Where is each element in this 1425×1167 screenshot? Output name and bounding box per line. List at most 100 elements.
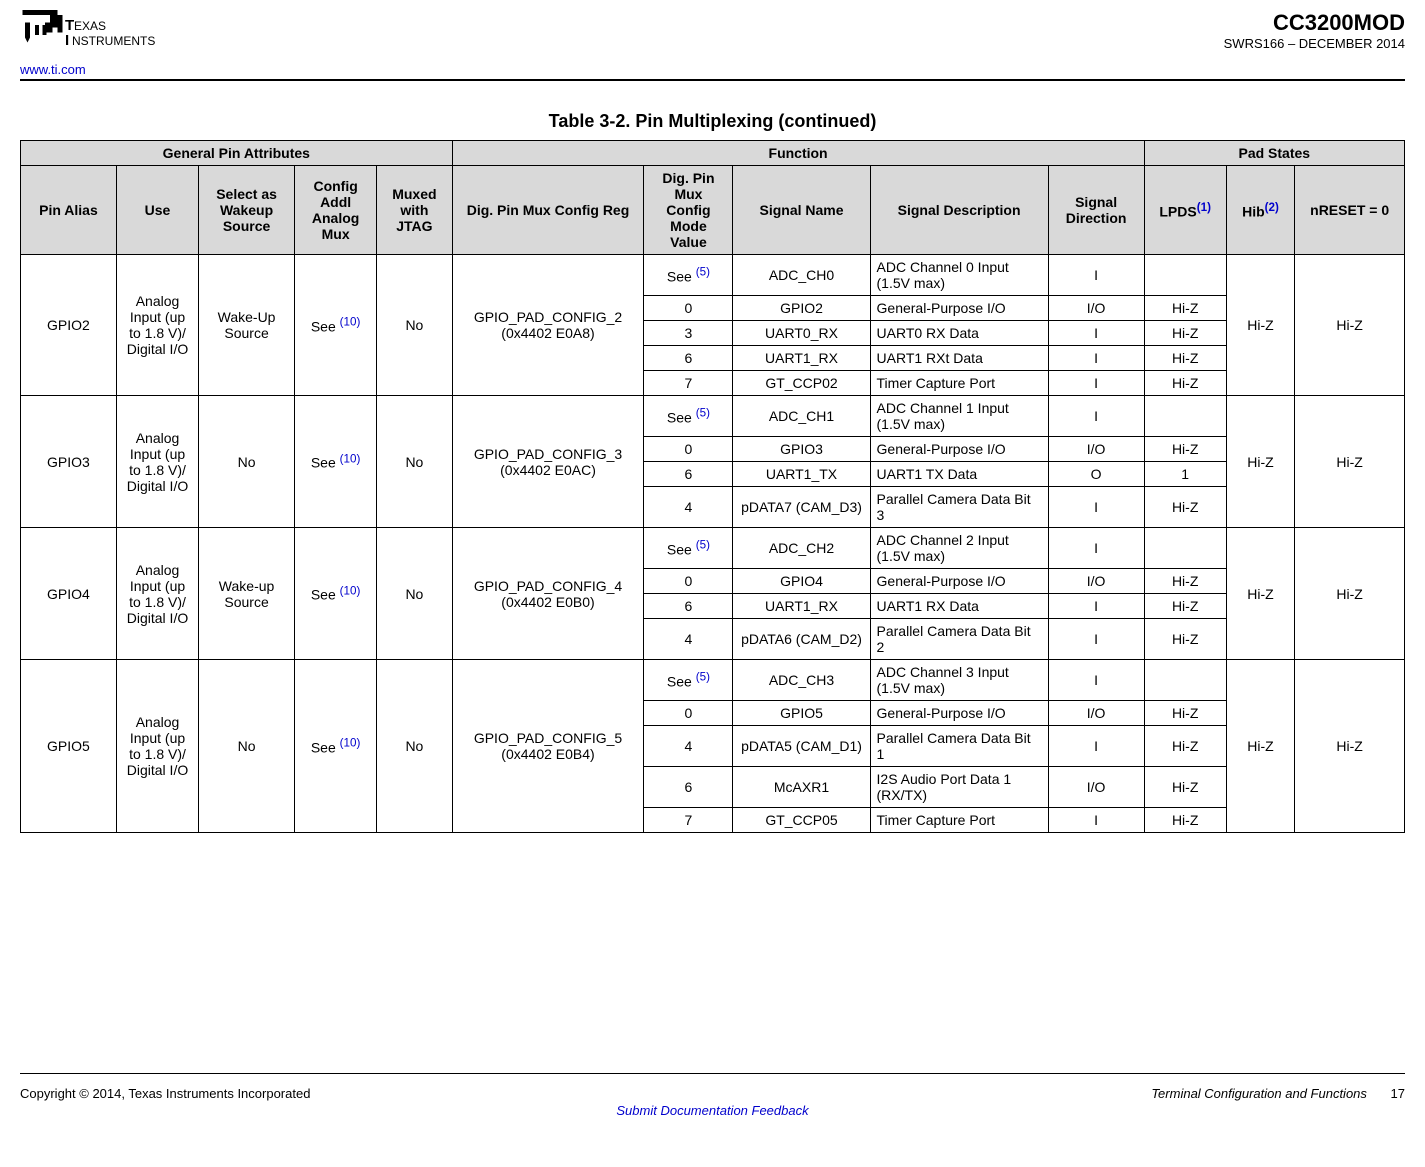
- signal-desc-cell: ADC Channel 3 Input (1.5V max): [870, 660, 1048, 701]
- signal-desc-cell: General-Purpose I/O: [870, 437, 1048, 462]
- mode-value-cell: See (5): [644, 396, 733, 437]
- signal-desc-cell: General-Purpose I/O: [870, 569, 1048, 594]
- wakeup-cell: No: [199, 396, 295, 528]
- mode-value-cell: 6: [644, 594, 733, 619]
- mode-value-cell: See (5): [644, 528, 733, 569]
- site-url-link[interactable]: www.ti.com: [20, 62, 86, 77]
- col-group-function: Function: [452, 141, 1144, 166]
- lpds-cell: Hi-Z: [1144, 346, 1226, 371]
- col-pin-alias: Pin Alias: [21, 166, 117, 255]
- signal-dir-cell: I/O: [1048, 437, 1144, 462]
- wakeup-cell: Wake-Up Source: [199, 255, 295, 396]
- mode-value-cell: 0: [644, 296, 733, 321]
- column-header-row: Pin Alias Use Select as Wakeup Source Co…: [21, 166, 1405, 255]
- lpds-cell: [1144, 396, 1226, 437]
- lpds-cell: Hi-Z: [1144, 726, 1226, 767]
- submit-feedback-link[interactable]: Submit Documentation Feedback: [616, 1103, 808, 1118]
- signal-name-cell: GPIO4: [733, 569, 870, 594]
- ti-logo-icon: T EXAS I NSTRUMENTS: [20, 10, 200, 60]
- signal-desc-cell: ADC Channel 0 Input (1.5V max): [870, 255, 1048, 296]
- footnote-5-link[interactable]: (5): [696, 541, 710, 557]
- page-header: T EXAS I NSTRUMENTS CC3200MOD SWRS166 – …: [20, 10, 1405, 60]
- hib-cell: Hi-Z: [1226, 660, 1295, 833]
- footnote-5-link[interactable]: (5): [696, 409, 710, 425]
- lpds-cell: Hi-Z: [1144, 594, 1226, 619]
- signal-dir-cell: I: [1048, 528, 1144, 569]
- signal-desc-cell: UART0 RX Data: [870, 321, 1048, 346]
- footnote-10-link[interactable]: (10): [340, 739, 361, 755]
- mux-reg-cell: GPIO_PAD_CONFIG_5 (0x4402 E0B4): [452, 660, 644, 833]
- signal-name-cell: UART1_RX: [733, 346, 870, 371]
- hib-cell: Hi-Z: [1226, 396, 1295, 528]
- signal-name-cell: UART0_RX: [733, 321, 870, 346]
- hib-footnote-link[interactable]: (2): [1265, 201, 1279, 214]
- signal-dir-cell: I: [1048, 619, 1144, 660]
- signal-desc-cell: Parallel Camera Data Bit 2: [870, 619, 1048, 660]
- signal-dir-cell: I: [1048, 726, 1144, 767]
- signal-name-cell: ADC_CH2: [733, 528, 870, 569]
- signal-desc-cell: UART1 RXt Data: [870, 346, 1048, 371]
- footnote-10-link[interactable]: (10): [340, 455, 361, 471]
- lpds-cell: Hi-Z: [1144, 701, 1226, 726]
- hib-cell: Hi-Z: [1226, 528, 1295, 660]
- signal-dir-cell: I/O: [1048, 767, 1144, 808]
- footnote-5-link[interactable]: (5): [696, 673, 710, 689]
- svg-text:EXAS: EXAS: [74, 19, 106, 33]
- svg-text:NSTRUMENTS: NSTRUMENTS: [72, 34, 155, 48]
- signal-name-cell: McAXR1: [733, 767, 870, 808]
- col-analog-mux: Config Addl Analog Mux: [295, 166, 377, 255]
- mode-value-cell: 6: [644, 346, 733, 371]
- mux-reg-cell: GPIO_PAD_CONFIG_4 (0x4402 E0B0): [452, 528, 644, 660]
- pin-alias-cell: GPIO2: [21, 255, 117, 396]
- mode-value-cell: 4: [644, 726, 733, 767]
- wakeup-cell: Wake-up Source: [199, 528, 295, 660]
- use-cell: Analog Input (up to 1.8 V)/ Digital I/O: [116, 396, 198, 528]
- jtag-cell: No: [377, 255, 452, 396]
- use-cell: Analog Input (up to 1.8 V)/ Digital I/O: [116, 660, 198, 833]
- signal-dir-cell: I: [1048, 808, 1144, 833]
- mode-value-cell: 6: [644, 462, 733, 487]
- signal-name-cell: UART1_RX: [733, 594, 870, 619]
- mux-reg-cell: GPIO_PAD_CONFIG_3 (0x4402 E0AC): [452, 396, 644, 528]
- lpds-cell: Hi-Z: [1144, 437, 1226, 462]
- signal-name-cell: ADC_CH1: [733, 396, 870, 437]
- footnote-10-link[interactable]: (10): [340, 587, 361, 603]
- signal-desc-cell: General-Purpose I/O: [870, 701, 1048, 726]
- mode-value-cell: 0: [644, 569, 733, 594]
- group-header-row: General Pin Attributes Function Pad Stat…: [21, 141, 1405, 166]
- nreset-cell: Hi-Z: [1295, 660, 1405, 833]
- col-signal-desc: Signal Description: [870, 166, 1048, 255]
- col-signal-dir: Signal Direction: [1048, 166, 1144, 255]
- signal-dir-cell: I: [1048, 321, 1144, 346]
- mode-value-cell: 4: [644, 487, 733, 528]
- signal-desc-cell: ADC Channel 2 Input (1.5V max): [870, 528, 1048, 569]
- signal-name-cell: UART1_TX: [733, 462, 870, 487]
- footnote-5-link[interactable]: (5): [696, 268, 710, 284]
- page-footer: Copyright © 2014, Texas Instruments Inco…: [20, 1082, 1405, 1103]
- signal-dir-cell: I: [1048, 346, 1144, 371]
- table-row: GPIO2Analog Input (up to 1.8 V)/ Digital…: [21, 255, 1405, 296]
- lpds-cell: Hi-Z: [1144, 767, 1226, 808]
- signal-name-cell: pDATA6 (CAM_D2): [733, 619, 870, 660]
- analog-mux-cell: See (10): [295, 528, 377, 660]
- analog-mux-cell: See (10): [295, 396, 377, 528]
- signal-dir-cell: I/O: [1048, 296, 1144, 321]
- lpds-cell: [1144, 528, 1226, 569]
- nreset-cell: Hi-Z: [1295, 255, 1405, 396]
- signal-name-cell: pDATA5 (CAM_D1): [733, 726, 870, 767]
- signal-desc-cell: Parallel Camera Data Bit 3: [870, 487, 1048, 528]
- signal-name-cell: GPIO2: [733, 296, 870, 321]
- pin-alias-cell: GPIO4: [21, 528, 117, 660]
- nreset-cell: Hi-Z: [1295, 396, 1405, 528]
- wakeup-cell: No: [199, 660, 295, 833]
- svg-text:T: T: [65, 17, 74, 34]
- analog-mux-cell: See (10): [295, 255, 377, 396]
- mode-value-cell: See (5): [644, 255, 733, 296]
- pin-mux-table: General Pin Attributes Function Pad Stat…: [20, 140, 1405, 833]
- signal-desc-cell: Timer Capture Port: [870, 808, 1048, 833]
- col-group-general: General Pin Attributes: [21, 141, 453, 166]
- lpds-footnote-link[interactable]: (1): [1197, 201, 1211, 214]
- doc-revision: SWRS166 – DECEMBER 2014: [1224, 36, 1405, 51]
- footnote-10-link[interactable]: (10): [340, 318, 361, 334]
- signal-dir-cell: I: [1048, 487, 1144, 528]
